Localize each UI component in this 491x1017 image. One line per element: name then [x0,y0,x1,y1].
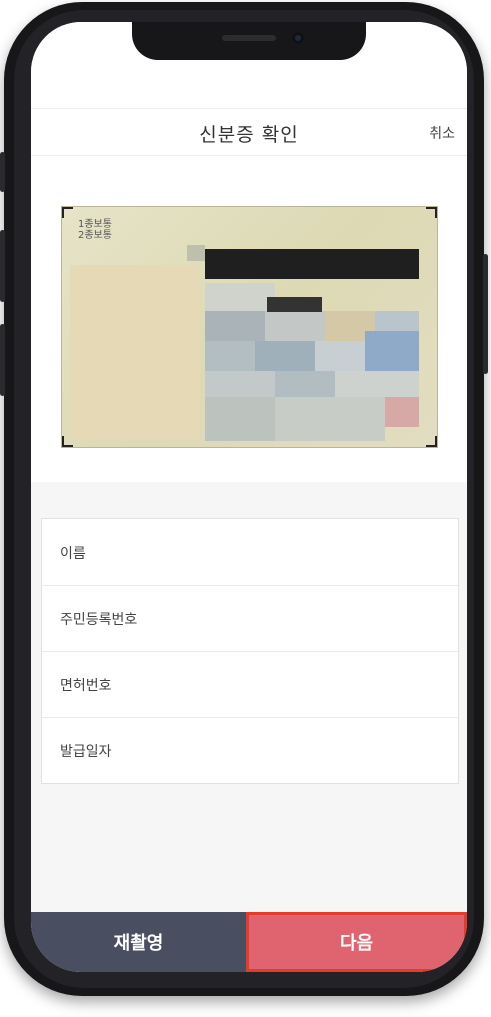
id-card-image: 1종보통 2종보통 [61,206,438,448]
id-card-photo-region [70,265,200,440]
redacted-number-block [267,297,322,312]
pixelation-block [205,341,255,371]
pixelation-block [275,397,385,441]
next-button[interactable]: 다음 [246,912,467,972]
license-number-field-label: 면허번호 [60,678,112,694]
phone-mute-button [0,152,5,192]
pixelation-block [275,371,335,397]
id-card-preview-area: 1종보통 2종보통 [31,156,467,482]
pixelation-block [385,397,419,427]
scan-corner-marker [426,207,437,218]
scan-corner-marker [62,207,73,218]
cancel-button[interactable]: 취소 [429,123,455,143]
scan-corner-marker [62,436,73,447]
license-number-field[interactable]: 면허번호 [42,651,458,718]
issue-date-field-label: 발급일자 [60,744,112,760]
pixelation-block [205,397,275,441]
pixelation-block [187,245,205,261]
name-field[interactable]: 이름 [42,519,458,586]
retake-button[interactable]: 재촬영 [31,912,246,972]
phone-frame: 신분증 확인 취소 1종보통 2종보통 이름 주민등록번호 면허번호 발급일자 … [0,2,488,996]
top-navigation-bar: 신분증 확인 취소 [31,108,467,156]
pixelation-block [365,331,419,371]
pixelation-block [265,311,325,341]
pixelation-block [255,341,315,371]
pixelation-block [315,341,365,371]
license-class-label-1: 1종보통 [78,219,112,230]
redacted-name-block [205,249,419,279]
pixelation-block [205,311,265,341]
pixelation-block [205,283,275,311]
app-screen: 신분증 확인 취소 1종보통 2종보통 이름 주민등록번호 면허번호 발급일자 … [31,22,467,972]
pixelation-block [205,371,275,397]
id-info-form: 이름 주민등록번호 면허번호 발급일자 [41,518,459,784]
resident-number-field-label: 주민등록번호 [60,612,138,628]
bottom-action-bar: 재촬영 다음 [31,912,467,972]
scan-corner-marker [426,436,437,447]
speaker-grille [222,35,276,41]
page-title: 신분증 확인 [199,124,299,146]
license-class-label-2: 2종보통 [78,230,112,241]
notch [132,22,366,60]
front-camera-icon [292,32,304,44]
issue-date-field[interactable]: 발급일자 [42,717,458,783]
phone-volume-up-button [0,230,5,302]
resident-number-field[interactable]: 주민등록번호 [42,585,458,652]
pixelation-block [335,371,419,397]
phone-volume-down-button [0,324,5,396]
phone-power-button [483,254,488,374]
name-field-label: 이름 [60,546,86,562]
